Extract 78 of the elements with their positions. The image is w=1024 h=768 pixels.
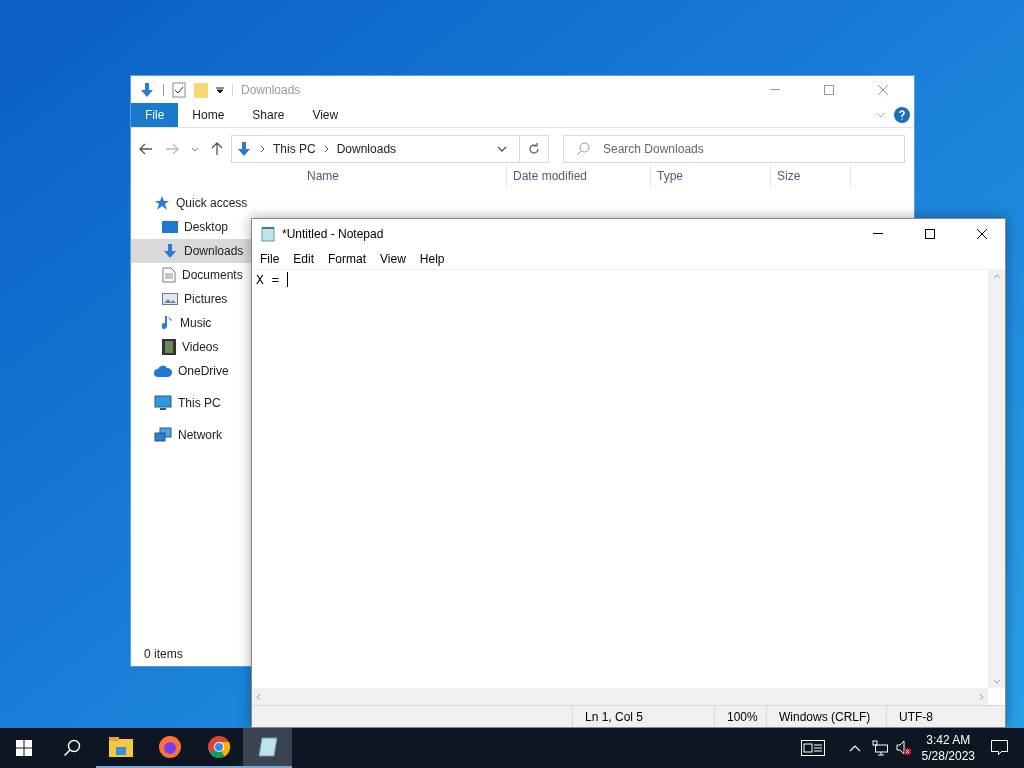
status-text: 0 items [144,645,183,663]
text-area[interactable]: X = [252,270,988,688]
ribbon-tab[interactable]: File [131,103,179,127]
music-note-icon [162,315,174,331]
breadcrumb[interactable]: This PC [273,140,316,158]
window-title: *Untitled - Notepad [282,225,384,243]
search-field[interactable]: Search Downloads [563,135,905,163]
network-icon[interactable] [871,740,888,756]
column-header[interactable]: Type [651,164,771,188]
network-icon [154,427,172,443]
chevron-down-icon[interactable] [497,146,507,152]
windows-logo-icon [16,740,32,756]
column-header[interactable]: Name [251,164,507,188]
search-icon [576,142,590,156]
menu-item[interactable]: Edit [286,248,322,269]
sidebar-item[interactable]: Pictures [131,287,251,311]
star-icon [154,195,170,211]
news-icon[interactable] [800,740,825,756]
status-text: UTF-8 [899,708,933,726]
sidebar-item[interactable]: Videos [131,335,251,359]
maximize-icon [925,228,935,239]
close-icon [878,84,888,95]
taskbar-app-button[interactable] [243,728,292,768]
sidebar-item[interactable]: OneDrive [131,359,251,383]
chevron-down-icon[interactable] [191,146,199,152]
column-header[interactable]: Date modified [507,164,651,188]
menu-item[interactable]: Help [412,248,452,269]
dropdown-icon[interactable] [216,85,224,94]
search-icon [63,739,81,757]
status-text: 100% [727,708,758,726]
image-icon [162,292,178,306]
sidebar-item[interactable]: This PC [131,391,251,415]
ribbon-tab[interactable]: Share [238,103,299,127]
window-title: Downloads [241,81,301,99]
menu-item[interactable]: View [373,248,413,269]
minimize-icon [770,89,780,90]
breadcrumb[interactable]: Downloads [336,140,397,158]
clock-time[interactable]: 3:42 AM [926,732,971,748]
back-icon[interactable] [139,143,153,155]
notepad-icon [256,736,279,758]
download-arrow-icon[interactable] [139,81,155,98]
status-text: Windows (CRLF) [779,708,871,726]
sidebar-item[interactable]: Documents [131,263,251,287]
monitor-icon [154,395,172,411]
menu-item[interactable]: Format [321,248,374,269]
properties-icon[interactable] [172,81,186,98]
status-text: Ln 1, Col 5 [585,708,644,726]
chevron-right-icon [323,145,329,153]
help-icon[interactable] [894,107,910,123]
sidebar-item[interactable]: Downloads [131,239,251,263]
sidebar-item[interactable]: Music [131,311,251,335]
column-header[interactable]: Size [771,164,851,188]
notification-icon[interactable] [991,740,1008,756]
browser-icon [206,735,231,759]
address-bar[interactable]: This PC Downloads [231,135,549,163]
refresh-icon[interactable] [528,143,540,155]
ribbon-tab[interactable]: View [298,103,353,127]
download-arrow-icon [162,243,178,259]
cloud-icon [154,365,172,377]
chevron-right-icon [260,145,265,153]
desktop-icon [162,220,178,234]
close-icon [977,228,987,239]
browser-icon [157,735,182,759]
maximize-icon [824,84,834,95]
download-arrow-icon [236,141,252,157]
up-arrow-icon[interactable] [211,142,223,156]
notepad-icon [260,225,276,242]
folder-icon [108,737,133,757]
speaker-muted-icon[interactable] [895,740,912,756]
sidebar-item[interactable]: Quick access [131,191,251,215]
film-icon [162,339,176,355]
document-icon [162,267,176,283]
minimize-icon [873,233,883,234]
sidebar-item[interactable]: Desktop [131,215,251,239]
ribbon-tab[interactable]: Home [178,103,239,127]
sidebar-item[interactable]: Network [131,423,251,447]
menu-item[interactable]: File [253,248,287,269]
clock-date[interactable]: 5/28/2023 [921,748,975,764]
